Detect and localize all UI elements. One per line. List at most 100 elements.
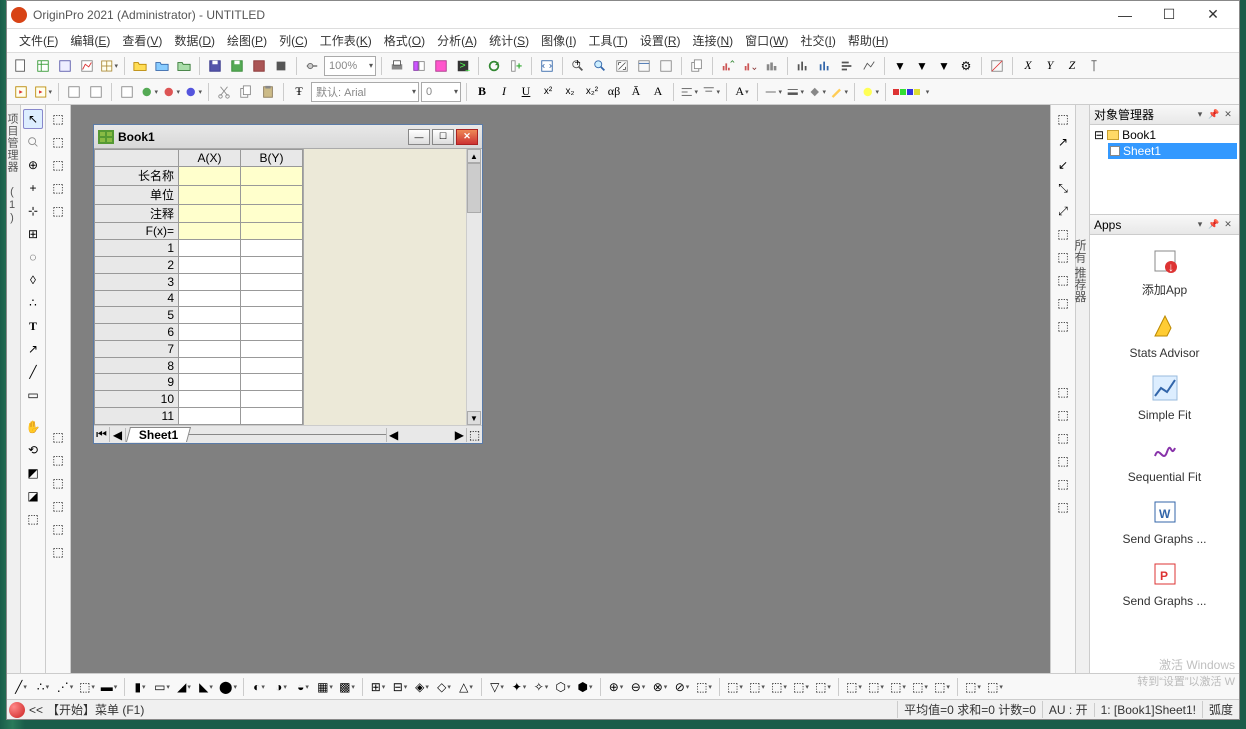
insert-obj-icon[interactable]: ◪ — [23, 486, 43, 506]
save-window-icon[interactable] — [249, 56, 269, 76]
sheet-tab[interactable]: Sheet1 — [126, 427, 191, 442]
plot-type-button[interactable]: ∴▾ — [33, 677, 53, 697]
gadget2-icon[interactable]: ▼ — [912, 56, 932, 76]
tab-first-button[interactable]: ⏮ — [94, 427, 110, 442]
cell[interactable] — [241, 340, 303, 357]
plot-type-button[interactable]: ✧▾ — [531, 677, 551, 697]
open-template-icon[interactable] — [152, 56, 172, 76]
open-excel-icon[interactable] — [174, 56, 194, 76]
font-combo[interactable]: 默认: Arial — [311, 82, 419, 102]
cell[interactable] — [179, 408, 241, 425]
workbook-close-button[interactable]: ✕ — [456, 129, 478, 145]
script-window-icon[interactable]: >_ — [453, 56, 473, 76]
import1-icon[interactable] — [11, 82, 31, 102]
rect-icon[interactable]: ▭ — [23, 385, 43, 405]
new-excel-icon[interactable] — [55, 56, 75, 76]
plot-type-button[interactable]: ⬚▾ — [844, 677, 864, 697]
menu-工具t[interactable]: 工具(T) — [582, 30, 633, 51]
new-matrix-icon[interactable]: ▾ — [99, 56, 119, 76]
fill-color-icon[interactable]: ▾ — [807, 82, 827, 102]
palette2-icon[interactable]: ▾ — [183, 82, 203, 102]
r11-icon[interactable]: ⬚ — [1053, 382, 1073, 402]
row-number[interactable]: 4 — [95, 290, 179, 307]
plot-type-button[interactable]: ⬚▾ — [985, 677, 1005, 697]
pan-icon[interactable]: ✋ — [23, 417, 43, 437]
menu-文件f[interactable]: 文件(F) — [13, 30, 64, 51]
scroll-thumb[interactable] — [467, 163, 481, 213]
print-icon[interactable] — [387, 56, 407, 76]
g8-icon[interactable]: ⬚ — [48, 473, 68, 493]
workbook-maximize-button[interactable]: ☐ — [432, 129, 454, 145]
selection-icon[interactable]: ⊞ — [23, 224, 43, 244]
menu-编辑e[interactable]: 编辑(E) — [64, 30, 116, 51]
cell[interactable] — [241, 290, 303, 307]
new-workbook-icon[interactable] — [33, 56, 53, 76]
close-button[interactable]: ✕ — [1191, 1, 1235, 28]
plot-type-button[interactable]: ◣▾ — [196, 677, 216, 697]
cell[interactable] — [179, 273, 241, 290]
r14-icon[interactable]: ⬚ — [1053, 451, 1073, 471]
workbook-titlebar[interactable]: Book1 — ☐ ✕ — [94, 125, 482, 149]
row-number[interactable]: 11 — [95, 408, 179, 425]
minimize-button[interactable]: — — [1103, 1, 1147, 28]
menu-格式o[interactable]: 格式(O) — [378, 30, 431, 51]
workbook-window[interactable]: Book1 — ☐ ✕ A(X)B(Y)长名称单位注释F(x)=12345678… — [93, 124, 483, 444]
cell[interactable] — [179, 340, 241, 357]
r12-icon[interactable]: ⬚ — [1053, 405, 1073, 425]
mask-icon[interactable]: ◌ — [23, 247, 43, 267]
menu-工作表k[interactable]: 工作表(K) — [314, 30, 378, 51]
gadget-icon[interactable]: ▼ — [890, 56, 910, 76]
cell[interactable] — [179, 257, 241, 274]
font-size-combo[interactable]: 0 — [421, 82, 461, 102]
row-number[interactable]: 2 — [95, 257, 179, 274]
plot-type-button[interactable]: ⬚▾ — [813, 677, 833, 697]
app-item[interactable]: Stats Advisor — [1094, 304, 1235, 366]
gadget3-icon[interactable]: ▼ — [934, 56, 954, 76]
data-reader-icon[interactable]: ⊕ — [23, 155, 43, 175]
column-header[interactable]: A(X) — [179, 150, 241, 167]
plot-type-button[interactable]: ▩▾ — [337, 677, 357, 697]
align-left-icon[interactable]: ▾ — [679, 82, 699, 102]
font-color-icon[interactable]: A▾ — [732, 82, 752, 102]
y-axis-icon[interactable]: Y — [1040, 56, 1060, 76]
row-number[interactable]: 3 — [95, 273, 179, 290]
panel-menu-button[interactable]: ▾ — [1193, 109, 1207, 120]
plot-type-button[interactable]: ⬚▾ — [769, 677, 789, 697]
settings-icon[interactable]: ⚙ — [956, 56, 976, 76]
plot-type-button[interactable]: ▮▾ — [130, 677, 150, 697]
plot-type-button[interactable]: ⊟▾ — [390, 677, 410, 697]
menu-分析a[interactable]: 分析(A) — [431, 30, 483, 51]
g11-icon[interactable]: ⬚ — [48, 542, 68, 562]
copy-icon[interactable] — [236, 82, 256, 102]
results-log-icon[interactable] — [431, 56, 451, 76]
app-item[interactable]: Simple Fit — [1094, 366, 1235, 428]
theme2-icon[interactable]: ▾ — [139, 82, 159, 102]
row-number[interactable]: 1 — [95, 240, 179, 257]
r15-icon[interactable]: ⬚ — [1053, 474, 1073, 494]
text-icon[interactable]: T — [23, 316, 43, 336]
row-number[interactable]: 7 — [95, 340, 179, 357]
vertical-scrollbar[interactable]: ▲ ▼ — [466, 149, 482, 425]
plot-type-button[interactable]: ◇▾ — [434, 677, 454, 697]
text-tool-icon[interactable]: Ŧ — [289, 82, 309, 102]
r16-icon[interactable]: ⬚ — [1053, 497, 1073, 517]
panel-pin-button[interactable]: 📌 — [1207, 109, 1221, 120]
plot-type-button[interactable]: ◐▾ — [249, 677, 269, 697]
font-dec-icon[interactable]: A — [648, 82, 668, 102]
palette-icon[interactable]: ▾ — [161, 82, 181, 102]
menu-列c[interactable]: 列(C) — [273, 30, 314, 51]
wizard-icon[interactable] — [86, 82, 106, 102]
dock-tab[interactable]: 项目管理器 (1) — [7, 109, 20, 673]
cell[interactable] — [179, 307, 241, 324]
line-style-icon[interactable]: ▾ — [763, 82, 783, 102]
row-number[interactable]: 10 — [95, 391, 179, 408]
row-label[interactable]: 注释 — [95, 204, 179, 223]
open-icon[interactable] — [130, 56, 150, 76]
workbook-minimize-button[interactable]: — — [408, 129, 430, 145]
transparent-color-icon[interactable] — [987, 56, 1007, 76]
data-selector-icon[interactable]: ⊹ — [23, 201, 43, 221]
palette-strip-icon[interactable]: ▾ — [891, 82, 931, 102]
increase-icon[interactable] — [718, 56, 738, 76]
plot-type-button[interactable]: ⬢▾ — [575, 677, 595, 697]
z-axis-icon[interactable]: Z — [1062, 56, 1082, 76]
